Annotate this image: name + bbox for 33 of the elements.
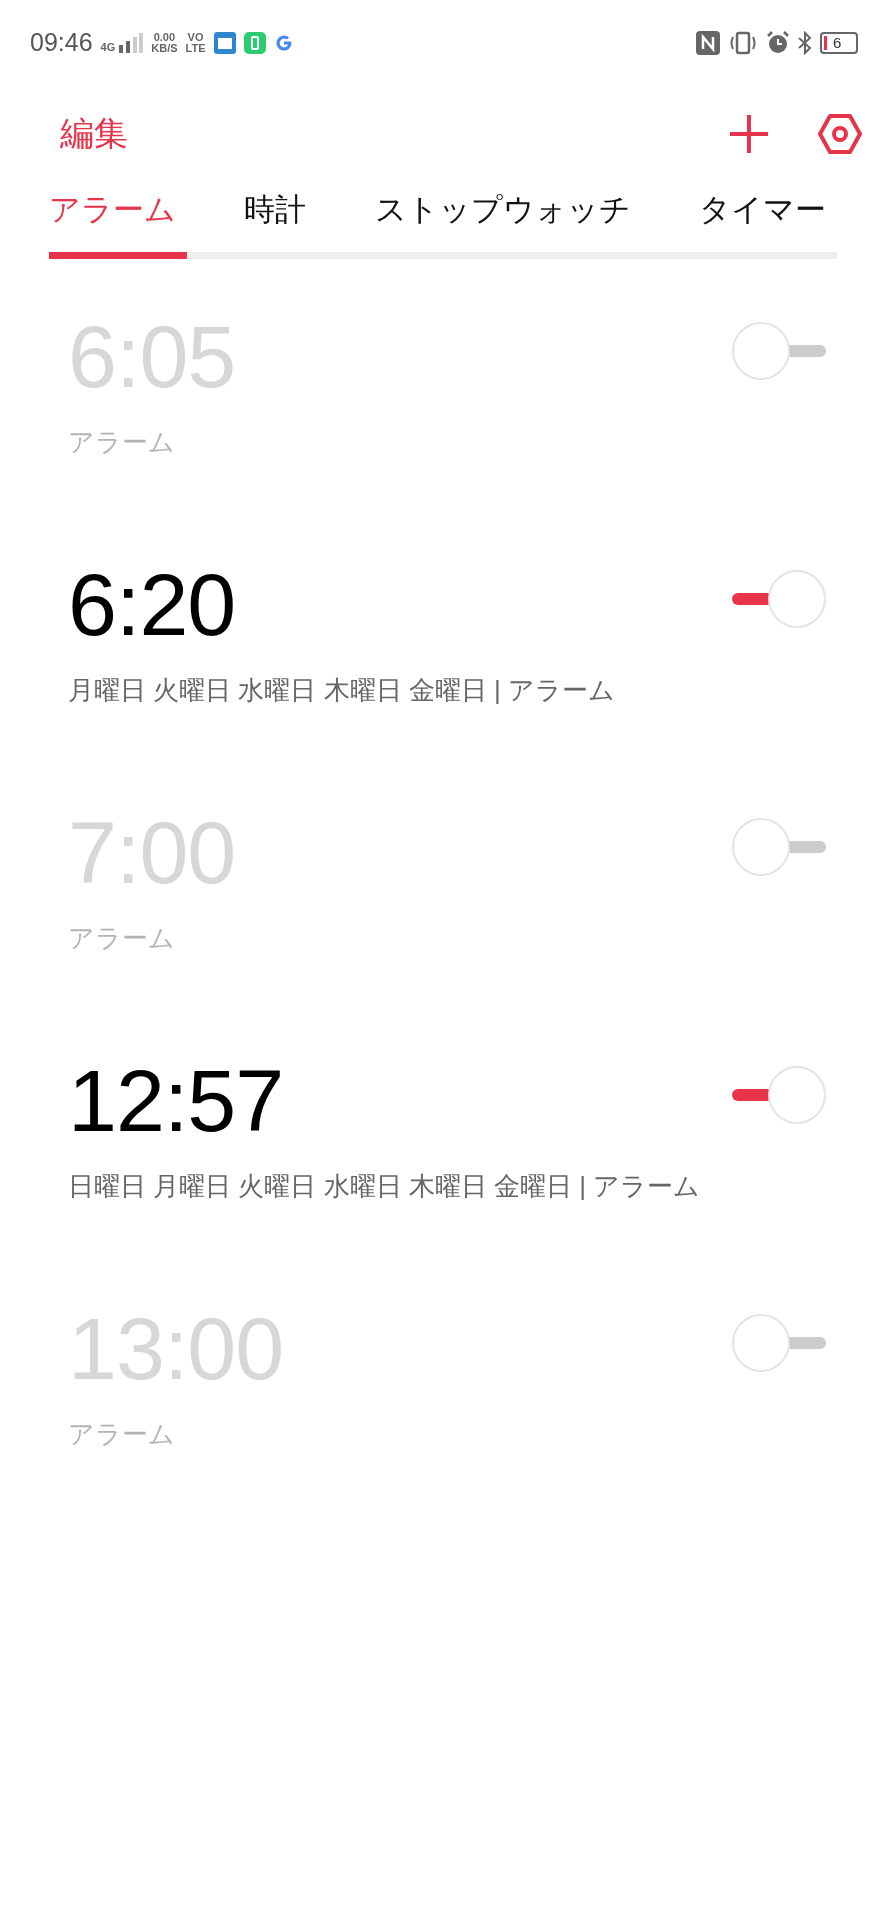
bluetooth-icon	[798, 31, 812, 55]
toggle-switch[interactable]	[732, 569, 826, 629]
battery-app-icon	[243, 32, 266, 54]
signal-icon	[119, 33, 144, 53]
volte-label: VO	[187, 32, 204, 43]
edit-button[interactable]: 編集	[60, 108, 128, 159]
toggle-switch[interactable]	[732, 1065, 826, 1125]
alarm-label: 日曜日 月曜日 火曜日 水曜日 木曜日 金曜日 | アラーム	[68, 1170, 701, 1203]
alarm-label: 月曜日 火曜日 水曜日 木曜日 金曜日 | アラーム	[68, 674, 616, 707]
tab[interactable]: タイマー	[688, 182, 837, 259]
toggle-switch[interactable]	[732, 321, 826, 381]
settings-icon[interactable]	[818, 112, 862, 156]
tab[interactable]: 時計	[233, 182, 318, 259]
alarm-icon	[766, 31, 790, 55]
speed-value: 0.00	[153, 32, 176, 43]
alarm-label: アラーム	[68, 426, 176, 459]
toggle-switch[interactable]	[732, 817, 826, 877]
vibrate-icon	[728, 31, 758, 55]
alarm-label: アラーム	[68, 922, 176, 955]
nfc-icon	[696, 31, 720, 55]
tab[interactable]: ストップウォッチ	[363, 182, 642, 259]
speed-unit: KB/S	[151, 43, 178, 54]
clock-time: 09:46	[30, 27, 93, 59]
alarm-label: アラーム	[68, 1418, 176, 1451]
tab[interactable]: アラーム	[49, 182, 187, 259]
add-icon[interactable]	[728, 113, 770, 155]
volte-label: LTE	[185, 43, 206, 54]
alarm-time: 12:57	[68, 1057, 285, 1145]
calendar-icon	[213, 32, 236, 54]
alarm-time: 6:20	[68, 561, 237, 649]
battery-icon: 6	[820, 32, 858, 54]
network-type: 4G	[100, 42, 116, 53]
toggle-switch[interactable]	[732, 1313, 826, 1373]
